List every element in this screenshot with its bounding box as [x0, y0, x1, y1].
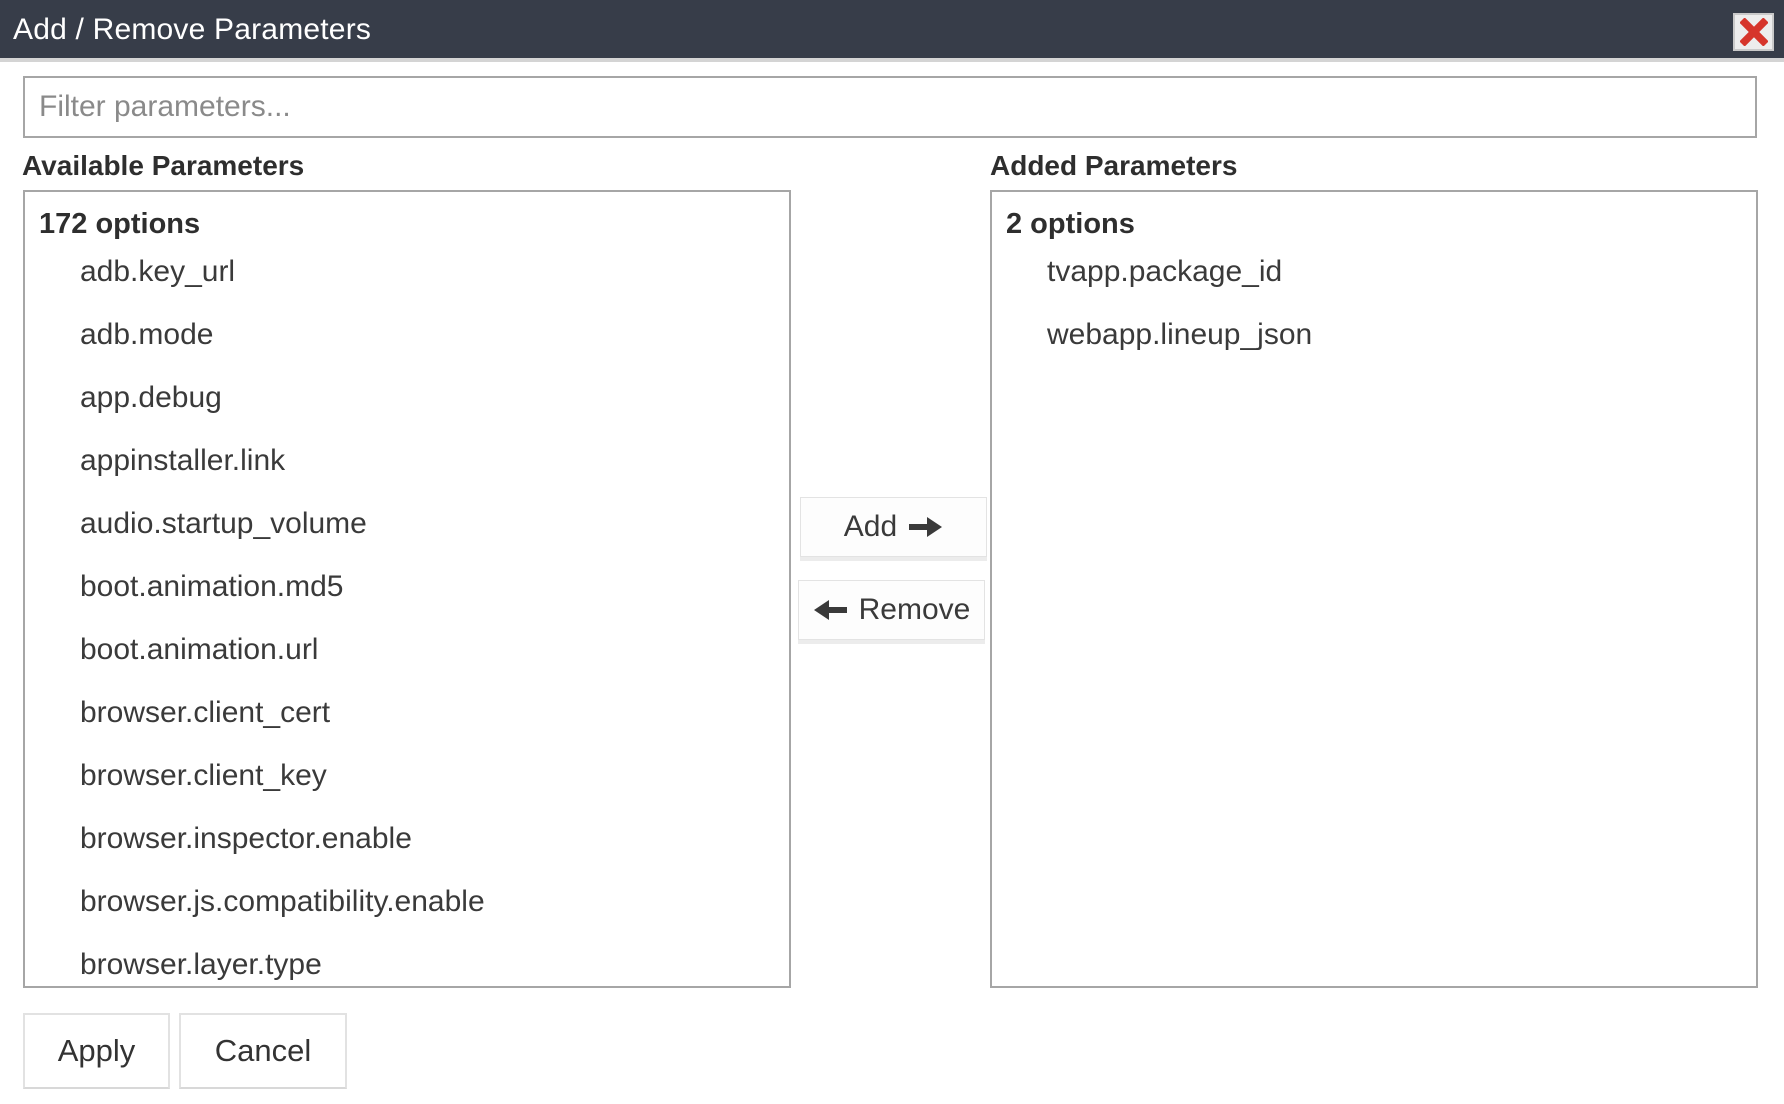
list-item[interactable]: webapp.lineup_json	[1047, 303, 1756, 366]
list-item[interactable]: audio.startup_volume	[80, 492, 789, 555]
dialog-title: Add / Remove Parameters	[13, 13, 371, 47]
list-item[interactable]: browser.inspector.enable	[80, 807, 789, 870]
add-button[interactable]: Add	[800, 497, 987, 557]
list-item[interactable]: adb.key_url	[80, 240, 789, 303]
added-options-count: 2 options	[992, 192, 1756, 240]
list-item[interactable]: browser.js.compatibility.enable	[80, 870, 789, 933]
available-options-count: 172 options	[25, 192, 789, 240]
list-item[interactable]: boot.animation.md5	[80, 555, 789, 618]
add-remove-parameters-dialog: Add / Remove Parameters Available Parame…	[0, 0, 1784, 1104]
available-parameters-listbox[interactable]: 172 options adb.key_url adb.mode app.deb…	[23, 190, 791, 988]
list-item[interactable]: adb.mode	[80, 303, 789, 366]
list-item[interactable]: browser.client_cert	[80, 681, 789, 744]
close-button[interactable]	[1733, 13, 1774, 51]
added-parameters-list: tvapp.package_id webapp.lineup_json	[992, 240, 1756, 366]
add-button-label: Add	[844, 510, 897, 544]
cancel-button[interactable]: Cancel	[179, 1013, 347, 1089]
apply-button[interactable]: Apply	[23, 1013, 170, 1089]
available-parameters-heading: Available Parameters	[22, 150, 304, 182]
list-item[interactable]: boot.animation.url	[80, 618, 789, 681]
list-item[interactable]: tvapp.package_id	[1047, 240, 1756, 303]
list-item[interactable]: browser.layer.type	[80, 933, 789, 988]
dialog-header: Add / Remove Parameters	[0, 0, 1784, 62]
available-parameters-list: adb.key_url adb.mode app.debug appinstal…	[25, 240, 789, 988]
close-icon	[1740, 18, 1768, 46]
arrow-left-icon	[813, 598, 847, 622]
arrow-right-icon	[909, 515, 943, 539]
list-item[interactable]: app.debug	[80, 366, 789, 429]
added-parameters-listbox[interactable]: 2 options tvapp.package_id webapp.lineup…	[990, 190, 1758, 988]
filter-parameters-input[interactable]	[23, 76, 1757, 138]
list-item[interactable]: browser.client_key	[80, 744, 789, 807]
list-item[interactable]: appinstaller.link	[80, 429, 789, 492]
remove-button[interactable]: Remove	[798, 580, 985, 640]
remove-button-label: Remove	[859, 593, 971, 627]
added-parameters-heading: Added Parameters	[990, 150, 1237, 182]
